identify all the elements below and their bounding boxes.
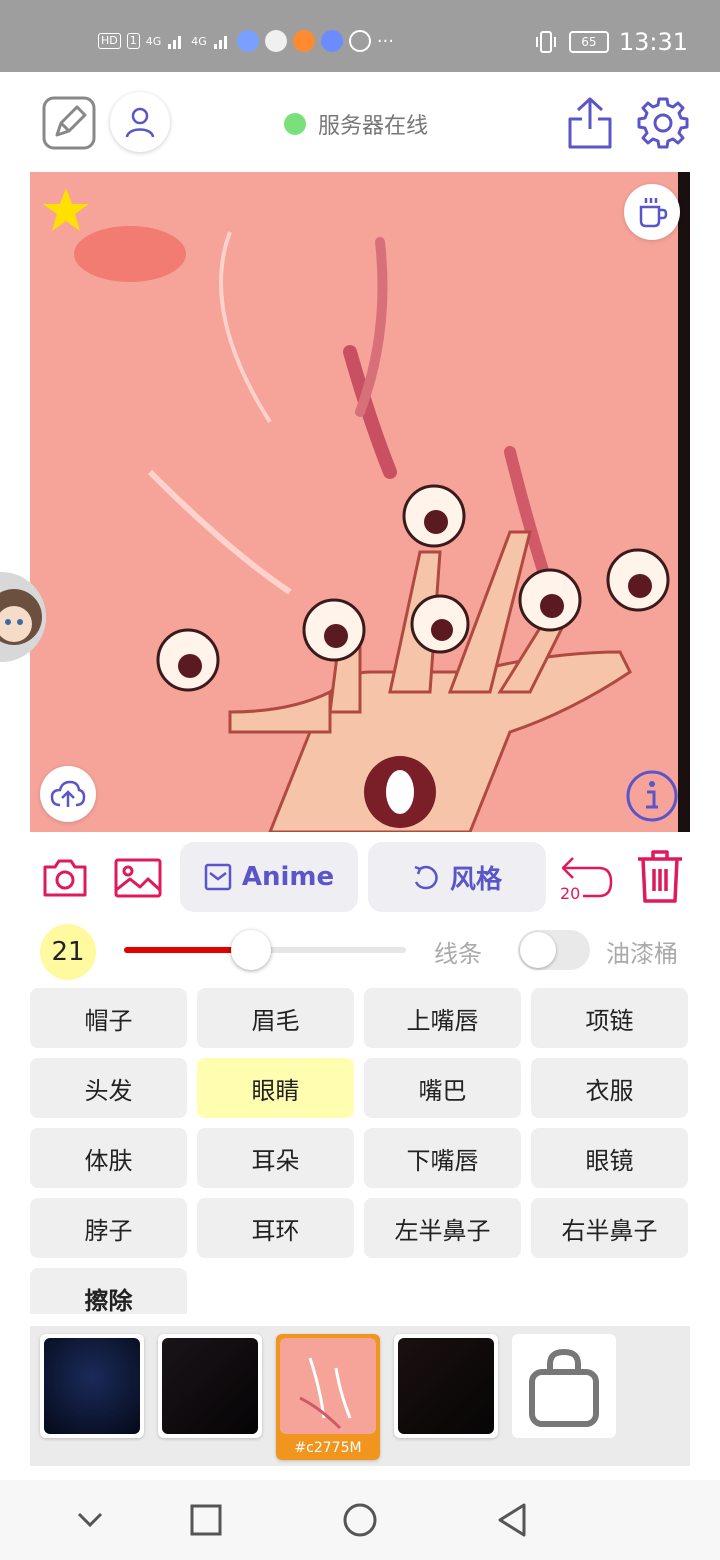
status-bar: HD 1 4G 4G ··· 65 13:31 — [0, 0, 720, 72]
camera-button[interactable] — [40, 854, 90, 902]
trash-icon — [638, 850, 682, 903]
part-hair[interactable]: 头发 — [30, 1058, 187, 1118]
brush-size-slider[interactable] — [124, 930, 406, 970]
paint-bucket-toggle[interactable] — [518, 930, 590, 970]
part-left-nose[interactable]: 左半鼻子 — [364, 1198, 521, 1258]
recent-apps-button[interactable] — [186, 1500, 226, 1540]
clock: 13:31 — [618, 28, 688, 56]
shop-button[interactable] — [512, 1334, 616, 1438]
battery-indicator: 65 — [568, 31, 609, 53]
part-hat[interactable]: 帽子 — [30, 988, 187, 1048]
hd-badge: HD — [98, 33, 121, 49]
edit-button[interactable] — [40, 94, 98, 152]
history-thumb-selected[interactable]: #c2775M — [276, 1334, 380, 1460]
thumb-artwork — [299, 1357, 352, 1430]
server-status-label: 服务器在线 — [318, 114, 429, 139]
home-button[interactable] — [340, 1500, 380, 1540]
back-button[interactable] — [492, 1500, 532, 1540]
camera-icon — [43, 859, 87, 897]
system-nav-bar — [0, 1480, 720, 1560]
edit-icon — [42, 96, 96, 150]
status-icons-left: HD 1 4G 4G ··· — [98, 30, 394, 52]
app-notification-icon — [264, 30, 287, 52]
drawing-canvas[interactable] — [30, 172, 690, 832]
star-icon — [43, 188, 89, 231]
refresh-icon — [414, 865, 438, 890]
part-erase[interactable]: 擦除 — [30, 1268, 187, 1314]
coffee-cup-icon — [639, 198, 668, 228]
slider-thumb[interactable] — [231, 930, 271, 970]
style-button[interactable]: 风格 — [368, 842, 546, 912]
history-thumb[interactable] — [158, 1334, 262, 1438]
app-notification-icon — [348, 30, 371, 52]
chevron-down-icon — [77, 1512, 103, 1528]
signal-icon — [168, 36, 182, 49]
share-icon — [568, 97, 612, 149]
upload-button[interactable] — [40, 766, 96, 822]
part-clothes[interactable]: 衣服 — [531, 1058, 688, 1118]
checkbox-icon — [204, 863, 232, 891]
part-glasses[interactable]: 眼镜 — [531, 1128, 688, 1188]
part-mouth[interactable]: 嘴巴 — [364, 1058, 521, 1118]
app-notification-icon — [292, 30, 315, 52]
settings-button[interactable] — [634, 94, 692, 152]
top-bar: 服务器在线 — [0, 72, 720, 172]
back-icon — [498, 1503, 526, 1537]
account-button[interactable] — [110, 92, 170, 152]
style-label: 风格 — [449, 864, 502, 895]
toggle-knob — [520, 932, 556, 968]
status-dot — [284, 113, 306, 135]
settings-icon — [637, 97, 689, 149]
signal-1-label: 4G — [145, 34, 162, 48]
history-thumb[interactable] — [394, 1334, 498, 1438]
part-ears[interactable]: 耳朵 — [197, 1128, 354, 1188]
generated-artwork — [30, 172, 690, 832]
user-icon — [125, 107, 155, 138]
image-icon — [114, 858, 162, 898]
recent-apps-icon — [190, 1504, 222, 1536]
signal-2-label: 4G — [191, 34, 207, 48]
delete-button[interactable] — [632, 846, 688, 906]
collapse-button[interactable] — [70, 1500, 110, 1540]
info-button[interactable] — [624, 768, 680, 824]
part-selector-grid: 帽子 眉毛 上嘴唇 项链 头发 眼睛 嘴巴 衣服 体肤 耳朵 下嘴唇 眼镜 脖子… — [30, 988, 690, 1314]
brush-size-badge: 21 — [40, 924, 96, 980]
selected-thumb-label: #c2775M — [294, 1440, 362, 1456]
part-right-nose[interactable]: 右半鼻子 — [531, 1198, 688, 1258]
undo-button[interactable]: 20 — [558, 848, 616, 904]
history-thumb[interactable] — [40, 1334, 144, 1438]
paint-bucket-label: 油漆桶 — [606, 940, 678, 968]
status-icons-right: 65 13:31 — [533, 28, 688, 56]
history-strip: #c2775M — [30, 1326, 690, 1466]
home-icon — [343, 1503, 377, 1537]
part-skin[interactable]: 体肤 — [30, 1128, 187, 1188]
part-neck[interactable]: 脖子 — [30, 1198, 187, 1258]
share-button[interactable] — [564, 94, 616, 152]
coffee-button[interactable] — [624, 184, 680, 240]
part-upper-lip[interactable]: 上嘴唇 — [364, 988, 521, 1048]
tool-bar: Anime 风格 20 — [0, 840, 720, 918]
favorite-button[interactable] — [40, 184, 92, 236]
anime-button[interactable]: Anime — [180, 842, 358, 912]
server-status: 服务器在线 — [284, 108, 428, 140]
app-notification-icon — [236, 30, 259, 52]
part-eyes[interactable]: 眼睛 — [197, 1058, 354, 1118]
anime-label: Anime — [241, 862, 335, 892]
part-earrings[interactable]: 耳环 — [197, 1198, 354, 1258]
signal-icon — [213, 36, 227, 49]
undo-count: 20 — [560, 884, 581, 903]
part-lower-lip[interactable]: 下嘴唇 — [364, 1128, 521, 1188]
part-eyebrow[interactable]: 眉毛 — [197, 988, 354, 1048]
more-notifications: ··· — [376, 30, 394, 52]
vibrate-icon — [535, 31, 556, 53]
shopping-bag-icon — [529, 1348, 599, 1427]
upload-cloud-icon — [50, 780, 86, 807]
sim-badge: 1 — [126, 33, 140, 49]
app-notification-icon — [320, 30, 343, 52]
line-mode-label[interactable]: 线条 — [434, 934, 482, 969]
part-necklace[interactable]: 项链 — [531, 988, 688, 1048]
info-icon — [626, 770, 678, 822]
gallery-button[interactable] — [112, 854, 164, 902]
